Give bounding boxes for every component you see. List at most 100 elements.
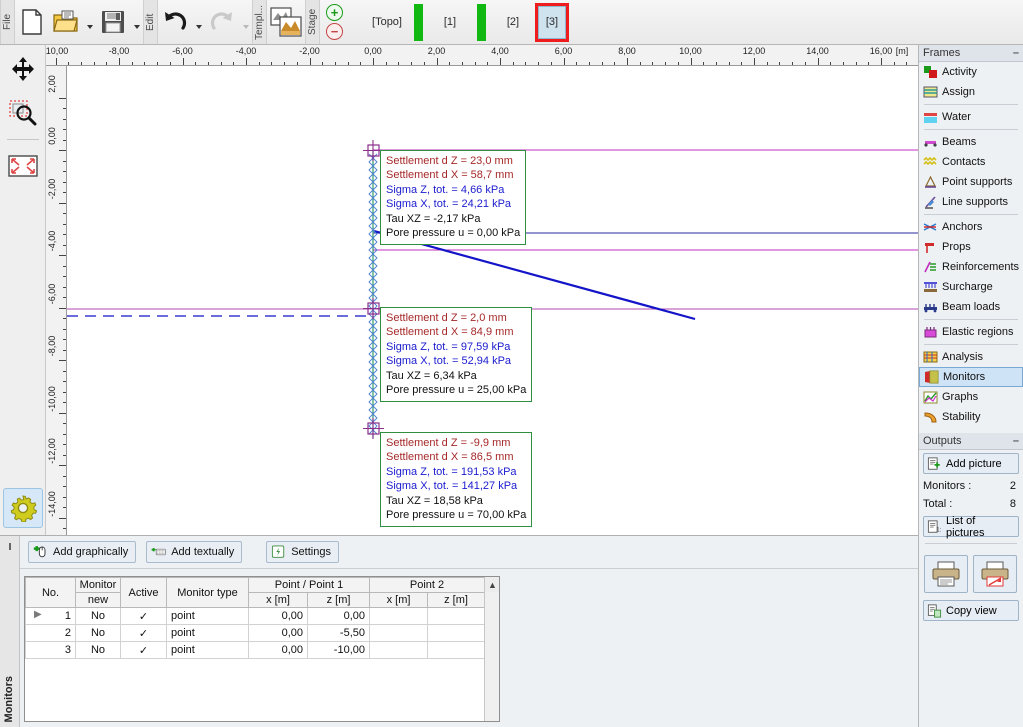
y-minor-tick (62, 349, 66, 351)
cell-p1-x[interactable]: 0,00 (248, 624, 308, 642)
sidebar-item-surcharge[interactable]: Surcharge (919, 277, 1023, 297)
add-stage-button[interactable]: + (326, 4, 343, 21)
cell-active[interactable]: ✓ (120, 641, 167, 659)
print-preview-button[interactable] (973, 555, 1017, 593)
cell-p1-z[interactable]: -5,50 (307, 624, 370, 642)
sidebar-item-water[interactable]: Water (919, 107, 1023, 127)
undo-button[interactable] (158, 2, 192, 42)
save-file-button[interactable] (96, 2, 130, 42)
sidebar-item-activity[interactable]: Activity (919, 62, 1023, 82)
cell-no[interactable]: 3 (25, 641, 76, 659)
remove-stage-button[interactable]: − (326, 23, 343, 40)
list-of-pictures-button[interactable]: 1: List of pictures (923, 515, 1019, 539)
outputs-minimize-button[interactable]: – (1013, 436, 1019, 447)
settings-button[interactable]: Settings (266, 541, 339, 563)
th-p2-z[interactable]: z [m] (427, 592, 485, 608)
redo-dropdown[interactable] (239, 2, 252, 42)
cell-monitor-new[interactable]: No (75, 641, 121, 659)
surcharge-icon (924, 282, 937, 292)
add-picture-button[interactable]: Add picture (923, 453, 1019, 474)
cell-monitor-type[interactable]: point (166, 641, 249, 659)
th-p1-x[interactable]: x [m] (248, 592, 308, 608)
monitor-line: Pore pressure u = 70,00 kPa (386, 509, 527, 522)
th-p2-x[interactable]: x [m] (369, 592, 428, 608)
th-p1-z[interactable]: z [m] (307, 592, 370, 608)
th-no[interactable]: No. (25, 577, 76, 608)
sidebar-item-anchors[interactable]: Anchors (919, 217, 1023, 237)
sidebar-item-beam-loads[interactable]: Beam loads (919, 297, 1023, 317)
zoom-window-button[interactable] (3, 93, 43, 133)
cell-p2-x[interactable] (369, 624, 428, 642)
th-monitor-type[interactable]: Monitor type (166, 577, 249, 608)
cell-monitor-type[interactable]: point (166, 624, 249, 642)
th-monitor[interactable]: Monitor (75, 577, 121, 593)
collapse-handle-icon[interactable] (9, 543, 11, 550)
sidebar-item-point-supports[interactable]: Point supports (919, 172, 1023, 192)
open-file-dropdown[interactable] (83, 2, 96, 42)
table-scrollbar[interactable]: ▲ (484, 577, 499, 721)
x-minor-tick (588, 61, 590, 65)
scroll-up-arrow-icon[interactable]: ▲ (485, 577, 499, 592)
cell-active[interactable]: ✓ (120, 607, 167, 625)
open-file-button[interactable] (49, 2, 83, 42)
cell-monitor-new[interactable]: No (75, 624, 121, 642)
cell-monitor-type[interactable]: point (166, 607, 249, 625)
monitor-box-1[interactable]: Settlement d Z = 23,0 mm Settlement d X … (380, 150, 527, 246)
th-point2[interactable]: Point 2 (369, 577, 485, 593)
sidebar-item-line-supports[interactable]: Line supports (919, 192, 1023, 212)
stage-button-2[interactable]: [2] (491, 16, 535, 28)
cell-no[interactable]: 2 (25, 624, 76, 642)
bottom-vertical-tab[interactable]: Monitors (0, 536, 20, 727)
table-row[interactable]: 3 No ✓ point 0,00 -10,00 (25, 641, 485, 659)
template-button[interactable] (267, 2, 305, 42)
sidebar-item-monitors[interactable]: Monitors (919, 367, 1023, 387)
sidebar-item-contacts[interactable]: Contacts (919, 152, 1023, 172)
monitor-box-2[interactable]: Settlement d Z = 2,0 mm Settlement d X =… (380, 307, 533, 403)
print-button[interactable] (924, 555, 968, 593)
sidebar-item-analysis[interactable]: Analysis (919, 347, 1023, 367)
cell-p1-x[interactable]: 0,00 (248, 607, 308, 625)
cell-active[interactable]: ✓ (120, 624, 167, 642)
sidebar-item-reinforcements[interactable]: Reinforcements (919, 257, 1023, 277)
add-graphically-button[interactable]: Add graphically (28, 541, 137, 563)
sidebar-item-assign[interactable]: Assign (919, 82, 1023, 102)
frames-minimize-button[interactable]: – (1013, 48, 1019, 59)
new-file-button[interactable] (15, 2, 49, 42)
cell-monitor-new[interactable]: No (75, 607, 121, 625)
add-textually-button[interactable]: Add textually (146, 541, 243, 563)
zoom-fit-button[interactable] (3, 146, 43, 186)
sidebar-item-beams[interactable]: Beams (919, 132, 1023, 152)
stage-topo-label[interactable]: [Topo] (365, 16, 409, 28)
cell-no[interactable]: 1 ▶ (25, 607, 76, 625)
table-row[interactable]: 1 ▶ No ✓ point 0,00 0,00 (25, 607, 485, 625)
cell-p2-x[interactable] (369, 607, 428, 625)
pan-tool-button[interactable] (3, 49, 43, 89)
drawing-canvas[interactable]: -10,00 -8,00 -6,00 -4,00 -2,00 0,00 2,00 4,00 6,… (46, 45, 918, 535)
sidebar-item-elastic-regions[interactable]: Elastic regions (919, 322, 1023, 342)
cell-p2-z[interactable] (427, 641, 485, 659)
view-settings-button[interactable] (3, 488, 43, 528)
sidebar-item-graphs[interactable]: Graphs (919, 387, 1023, 407)
cell-p1-z[interactable]: -10,00 (307, 641, 370, 659)
cell-p2-z[interactable] (427, 624, 485, 642)
x-minor-tick (868, 61, 870, 65)
sidebar-item-props[interactable]: Props (919, 237, 1023, 257)
copy-view-button[interactable]: Copy view (923, 600, 1019, 621)
th-active[interactable]: Active (120, 577, 167, 608)
th-point1[interactable]: Point / Point 1 (248, 577, 370, 593)
monitors-table[interactable]: No. Monitor Active Monitor type Point / … (24, 576, 500, 722)
save-file-dropdown[interactable] (130, 2, 143, 42)
stage-button-3[interactable]: [3] (535, 2, 569, 42)
stage-button-1[interactable]: [1] (428, 16, 472, 28)
cell-p1-z[interactable]: 0,00 (307, 607, 370, 625)
cell-p2-x[interactable] (369, 641, 428, 659)
y-minor-tick (62, 139, 66, 141)
total-count-label: Total : (923, 498, 953, 510)
sidebar-item-stability[interactable]: Stability (919, 407, 1023, 427)
model-view[interactable]: Settlement d Z = 23,0 mm Settlement d X … (67, 66, 918, 535)
undo-dropdown[interactable] (192, 2, 205, 42)
cell-p1-x[interactable]: 0,00 (248, 641, 308, 659)
monitor-box-3[interactable]: Settlement d Z = -9,9 mm Settlement d X … (380, 432, 533, 528)
cell-p2-z[interactable] (427, 607, 485, 625)
table-row[interactable]: 2 No ✓ point 0,00 -5,50 (25, 624, 485, 642)
